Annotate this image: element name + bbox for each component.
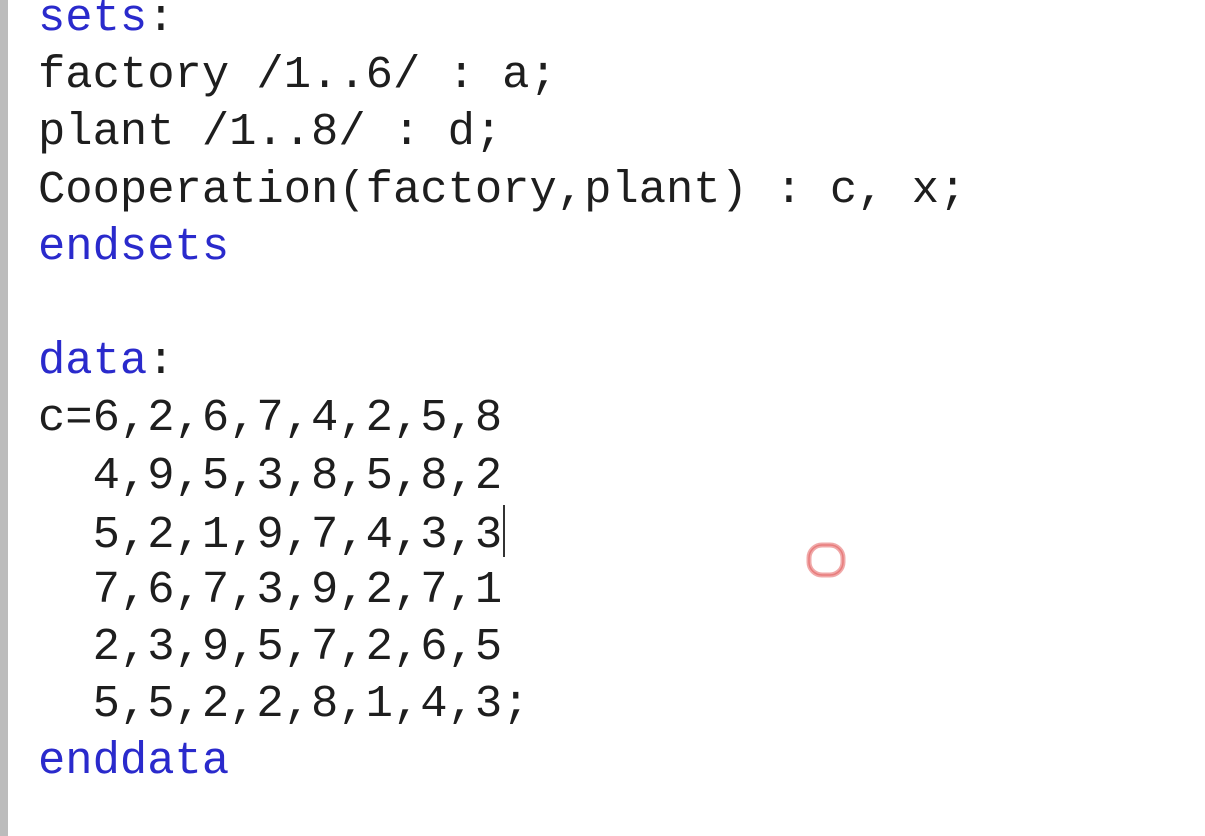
code-text: 2,3,9,5,7,2,6,5 — [38, 621, 503, 674]
code-line[interactable]: 4,9,5,3,8,5,8,2 — [38, 448, 966, 505]
code-area[interactable]: sets: factory /1..6/ : a; plant /1..8/ : d… — [38, 0, 966, 791]
keyword-token: sets — [38, 0, 148, 44]
text-caret — [503, 504, 506, 557]
keyword-token: data — [38, 335, 148, 388]
code-line[interactable] — [38, 276, 966, 333]
keyword-token: enddata — [38, 735, 230, 788]
code-text: plant /1..8/ : d; — [38, 106, 503, 159]
code-text: factory /1..6/ : a; — [38, 49, 557, 102]
code-line[interactable]: 2,3,9,5,7,2,6,5 — [38, 619, 966, 676]
code-text: 4,9,5,3,8,5,8,2 — [38, 449, 503, 502]
mouse-cursor-ring-icon — [806, 542, 846, 578]
code-line[interactable]: enddata — [38, 733, 966, 790]
code-text: : — [147, 0, 175, 44]
code-line[interactable]: endsets — [38, 219, 966, 276]
code-text: : — [147, 335, 175, 388]
code-line[interactable]: sets: — [38, 0, 966, 47]
code-line[interactable]: factory /1..6/ : a; — [38, 47, 966, 104]
code-line[interactable]: plant /1..8/ : d; — [38, 104, 966, 161]
code-line[interactable]: Cooperation(factory,plant) : c, x; — [38, 162, 966, 219]
code-line[interactable]: c=6,2,6,7,4,2,5,8 — [38, 390, 966, 447]
code-editor[interactable]: sets: factory /1..6/ : a; plant /1..8/ : d… — [0, 0, 1205, 836]
keyword-token: endsets — [38, 220, 230, 273]
code-line[interactable]: data: — [38, 333, 966, 390]
code-text: 7,6,7,3,9,2,7,1 — [38, 563, 503, 616]
code-text: c=6,2,6,7,4,2,5,8 — [38, 392, 503, 445]
code-text: 5,2,1,9,7,4,3,3 — [38, 508, 503, 561]
editor-left-border — [0, 0, 8, 836]
code-line[interactable]: 5,5,2,2,8,1,4,3; — [38, 676, 966, 733]
code-text: 5,5,2,2,8,1,4,3; — [38, 678, 530, 731]
code-text: Cooperation(factory,plant) : c, x; — [38, 163, 967, 216]
